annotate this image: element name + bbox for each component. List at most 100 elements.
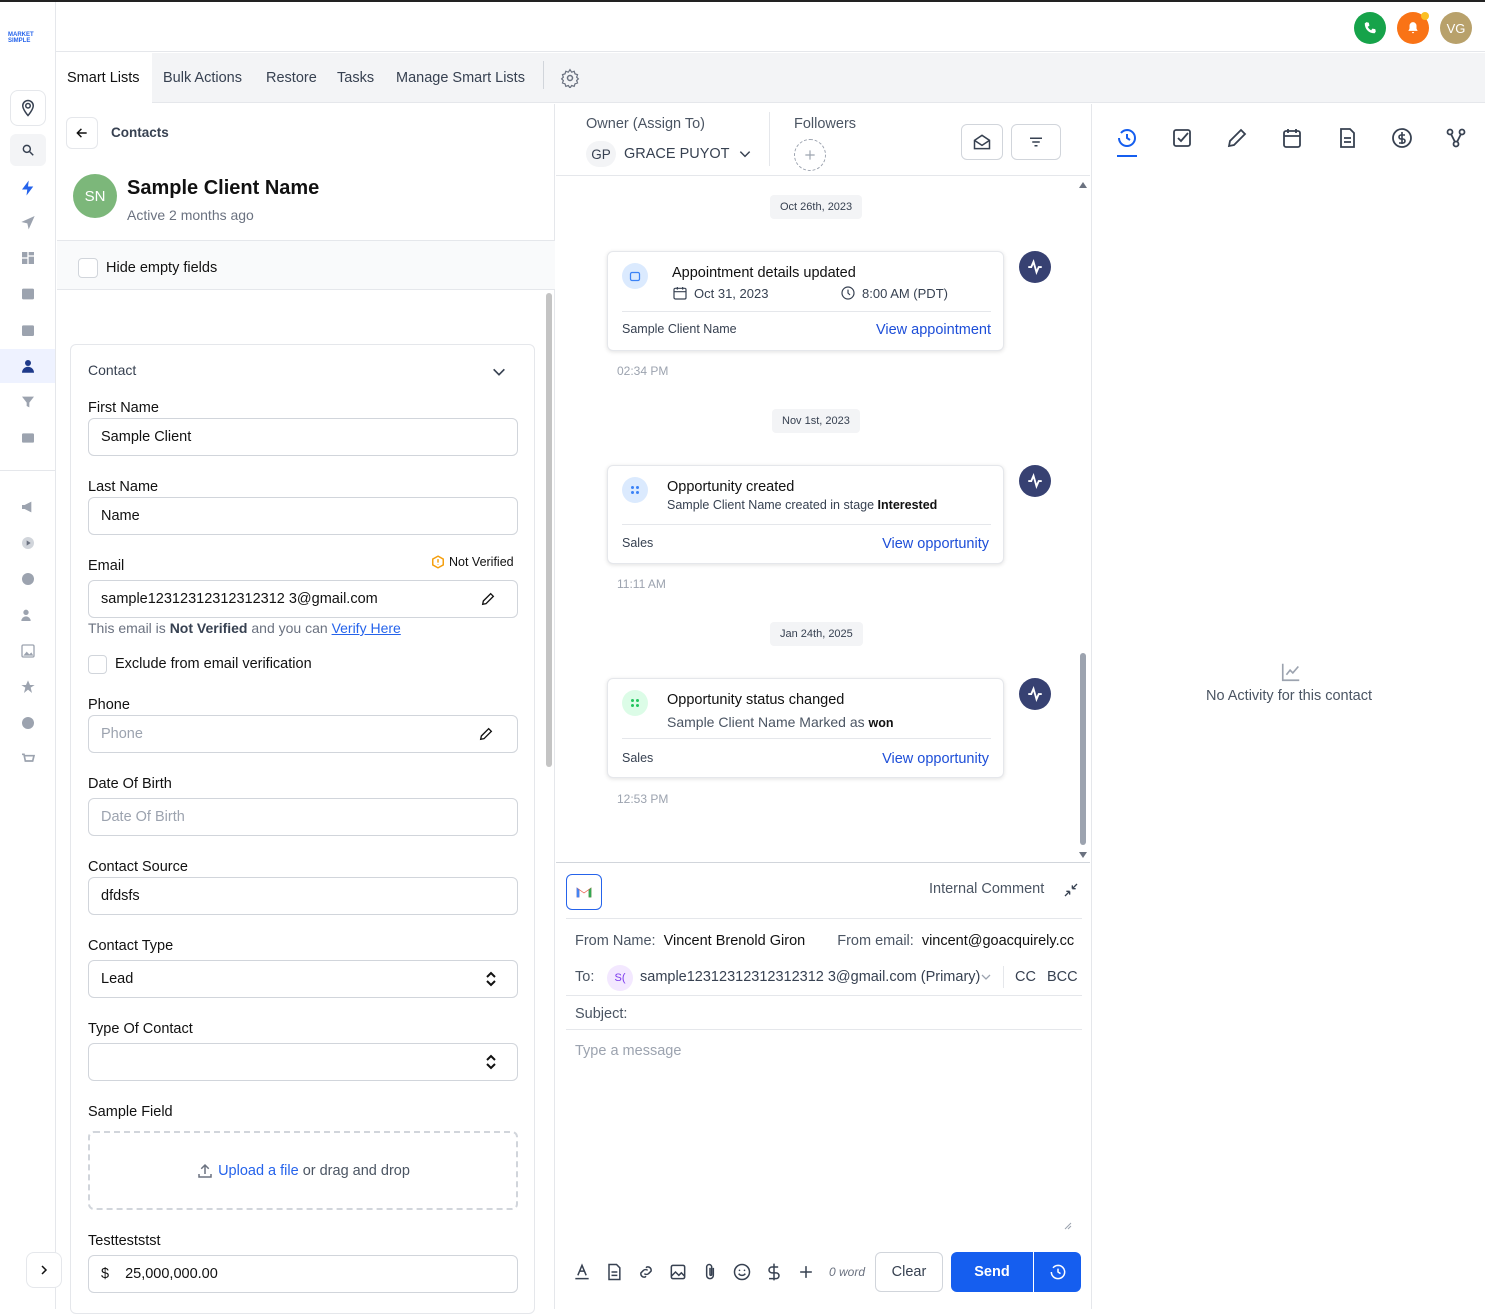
upload-link[interactable]: Upload a file — [218, 1163, 299, 1179]
subject-input[interactable] — [640, 1000, 1080, 1028]
mail-button[interactable] — [961, 124, 1003, 160]
image-icon[interactable] — [668, 1262, 688, 1282]
email-verify-note: This email is Not Verified and you can V… — [88, 620, 401, 636]
marketing-button[interactable] — [14, 493, 42, 521]
tab-manage-smart-lists[interactable]: Manage Smart Lists — [386, 53, 535, 103]
tab-restore[interactable]: Restore — [256, 53, 327, 103]
contacts-nav-active[interactable] — [0, 349, 55, 383]
last-name-value: Name — [101, 508, 140, 524]
conversations-button[interactable] — [14, 280, 42, 308]
notifications-button[interactable] — [1397, 12, 1429, 44]
back-button[interactable] — [66, 117, 98, 149]
type-of-contact-select[interactable] — [88, 1043, 518, 1081]
dollar-icon[interactable] — [764, 1262, 784, 1282]
collapse-section-button[interactable] — [491, 364, 507, 380]
send-button[interactable]: Send — [951, 1252, 1033, 1292]
reputation-button[interactable] — [14, 673, 42, 701]
filter-lines-icon — [1030, 137, 1042, 147]
template-icon[interactable] — [604, 1262, 624, 1282]
message-textarea[interactable]: Type a message — [566, 1032, 1074, 1232]
bcc-button[interactable]: BCC — [1047, 969, 1078, 985]
select-arrows-icon — [484, 971, 498, 987]
globe-icon — [22, 573, 34, 585]
contact-source-field[interactable]: dfdsfs — [88, 877, 518, 915]
phone-button[interactable] — [1354, 12, 1386, 44]
card-icon — [22, 433, 34, 443]
email-field[interactable]: sample12312312312312312 3@gmail.com — [88, 580, 518, 618]
media-button[interactable] — [14, 637, 42, 665]
memberships-button[interactable] — [14, 601, 42, 629]
internal-comment-toggle[interactable]: Internal Comment — [929, 881, 1044, 897]
notes-pencil-icon[interactable] — [1225, 126, 1249, 150]
lightning-button[interactable] — [14, 174, 42, 202]
active-tab-indicator — [1117, 155, 1137, 157]
email-channel-button[interactable] — [566, 874, 602, 910]
sidebar: MARKET SIMPLE — [0, 2, 62, 1309]
filter-button[interactable] — [1011, 124, 1061, 160]
first-name-field[interactable]: Sample Client — [88, 418, 518, 456]
add-follower-button[interactable] — [794, 139, 826, 171]
sites-button[interactable] — [14, 565, 42, 593]
location-button[interactable] — [10, 90, 46, 126]
recipient-value[interactable]: sample12312312312312312 3@gmail.com (Pri… — [640, 969, 980, 985]
file-upload-dropzone[interactable]: Upload a file or drag and drop — [88, 1131, 518, 1210]
hide-empty-checkbox[interactable] — [78, 258, 98, 278]
exclude-verification-checkbox[interactable] — [88, 655, 107, 674]
payment-dollar-icon[interactable] — [1390, 126, 1414, 150]
from-email-value[interactable]: vincent@goacquirely.cc — [922, 933, 1074, 949]
reporting-button[interactable] — [14, 709, 42, 737]
task-checkbox-icon[interactable] — [1170, 126, 1194, 150]
activity-subtitle-text: Sample Client Name Marked as — [667, 714, 865, 730]
calendar-button[interactable] — [14, 316, 42, 344]
paperclip-icon[interactable] — [700, 1262, 720, 1282]
dob-field[interactable]: Date Of Birth — [88, 798, 518, 836]
view-opportunity-link[interactable]: View opportunity — [882, 751, 989, 767]
card-divider — [622, 738, 991, 739]
resize-handle-icon[interactable] — [1064, 1222, 1072, 1230]
launchpad-button[interactable] — [14, 208, 42, 236]
last-name-field[interactable]: Name — [88, 497, 518, 535]
automation-button[interactable] — [14, 529, 42, 557]
phone-field[interactable]: Phone — [88, 715, 518, 753]
view-appointment-link[interactable]: View appointment — [876, 322, 991, 338]
settings-button[interactable] — [560, 68, 580, 88]
activity-history-icon[interactable] — [1115, 126, 1139, 150]
megaphone-icon — [22, 501, 32, 513]
user-avatar[interactable]: VG — [1440, 12, 1472, 44]
emoji-icon[interactable] — [732, 1262, 752, 1282]
appointment-calendar-icon[interactable] — [1280, 126, 1304, 150]
timeline-scrollbar[interactable] — [1078, 180, 1088, 860]
from-name-value[interactable]: Vincent Brenold Giron — [664, 933, 806, 949]
text-format-icon[interactable] — [572, 1262, 592, 1282]
contact-type-select[interactable]: Lead — [88, 960, 518, 998]
collapse-composer-button[interactable] — [1063, 882, 1079, 898]
search-button[interactable] — [10, 134, 46, 166]
expand-sidebar-button[interactable] — [26, 1252, 62, 1288]
workflow-icon[interactable] — [1444, 126, 1468, 150]
recipient-dropdown[interactable] — [980, 971, 992, 983]
link-icon[interactable] — [636, 1262, 656, 1282]
verify-here-link[interactable]: Verify Here — [332, 620, 401, 636]
plus-icon[interactable] — [796, 1262, 816, 1282]
payments-button[interactable] — [14, 424, 42, 452]
edit-email-button[interactable] — [480, 591, 496, 607]
document-icon[interactable] — [1335, 126, 1359, 150]
view-opportunity-link[interactable]: View opportunity — [882, 536, 989, 552]
store-button[interactable] — [14, 745, 42, 773]
opportunities-button[interactable] — [14, 388, 42, 416]
edit-phone-button[interactable] — [478, 726, 494, 742]
breadcrumb[interactable]: Contacts — [111, 125, 169, 140]
type-of-contact-label: Type Of Contact — [88, 1021, 193, 1037]
dashboard-button[interactable] — [14, 244, 42, 272]
clear-button[interactable]: Clear — [875, 1252, 943, 1292]
cc-button[interactable]: CC — [1015, 969, 1036, 985]
tab-smart-lists[interactable]: Smart Lists — [57, 53, 152, 103]
schedule-send-button[interactable] — [1034, 1252, 1081, 1292]
calendar-icon — [22, 325, 34, 336]
owner-select[interactable]: GP GRACE PUYOT — [586, 141, 752, 167]
left-scrollbar[interactable] — [546, 293, 552, 767]
from-email-label: From email: — [837, 933, 914, 949]
tab-tasks[interactable]: Tasks — [327, 53, 384, 103]
tab-bulk-actions[interactable]: Bulk Actions — [153, 53, 252, 103]
testtest-field[interactable]: $ 25,000,000.00 — [88, 1255, 518, 1293]
